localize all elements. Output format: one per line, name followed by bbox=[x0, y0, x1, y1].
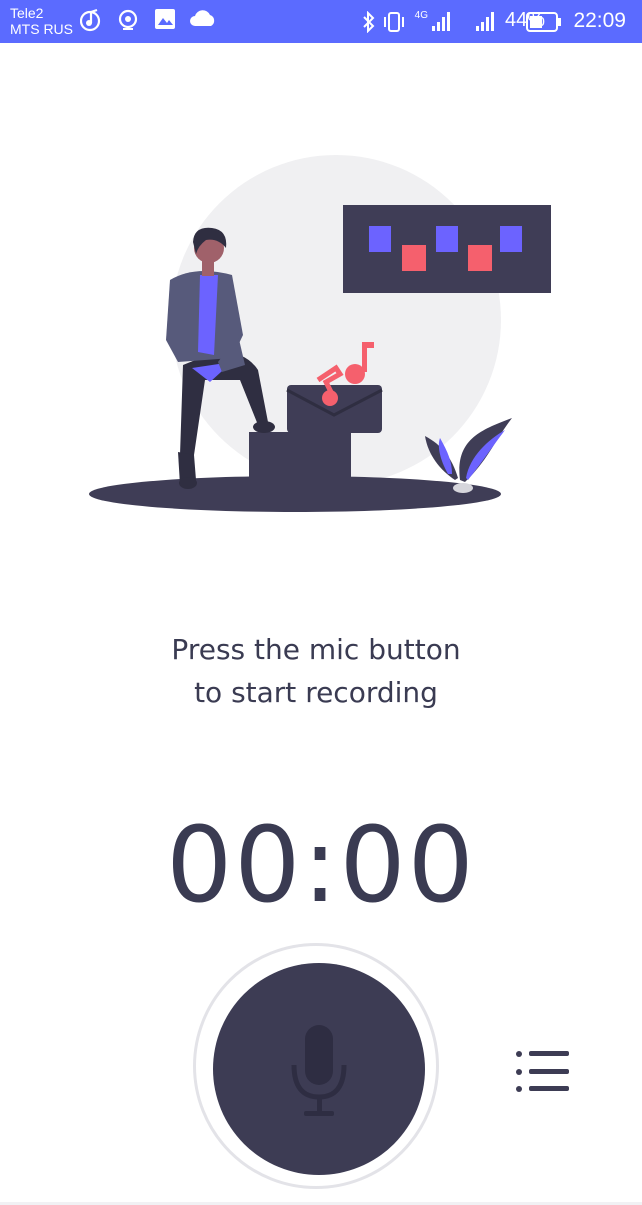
bluetooth-icon bbox=[363, 11, 375, 33]
music-note-icon bbox=[80, 8, 101, 32]
signal-4g-icon bbox=[432, 12, 450, 31]
list-icon bbox=[516, 1051, 569, 1092]
record-button[interactable] bbox=[213, 963, 425, 1175]
cloud-icon bbox=[190, 10, 215, 26]
battery-icon bbox=[526, 12, 561, 32]
recordings-list-button[interactable] bbox=[505, 1046, 577, 1098]
carrier-2: MTS RUS bbox=[10, 21, 73, 37]
carrier-info: Tele2 MTS RUS bbox=[10, 5, 73, 37]
instruction-line-1: Press the mic button bbox=[171, 633, 461, 666]
instruction-line-2: to start recording bbox=[194, 676, 438, 709]
pedestal bbox=[249, 432, 351, 494]
image-icon bbox=[155, 9, 175, 29]
sticky-notes-board-icon bbox=[343, 205, 551, 293]
signal-icon bbox=[476, 12, 494, 31]
radio-icon bbox=[118, 9, 138, 30]
recording-illustration bbox=[89, 155, 551, 512]
clock: 22:09 bbox=[573, 9, 626, 32]
vibrate-icon bbox=[384, 12, 404, 32]
recording-timer: 00:00 bbox=[166, 804, 476, 926]
carrier-1: Tele2 bbox=[10, 5, 44, 21]
status-bar: Tele2 MTS RUS 4G 44% 22:09 bbox=[0, 0, 642, 43]
recording-instruction: Press the mic button to start recording bbox=[0, 628, 632, 714]
microphone-icon bbox=[291, 1025, 347, 1116]
